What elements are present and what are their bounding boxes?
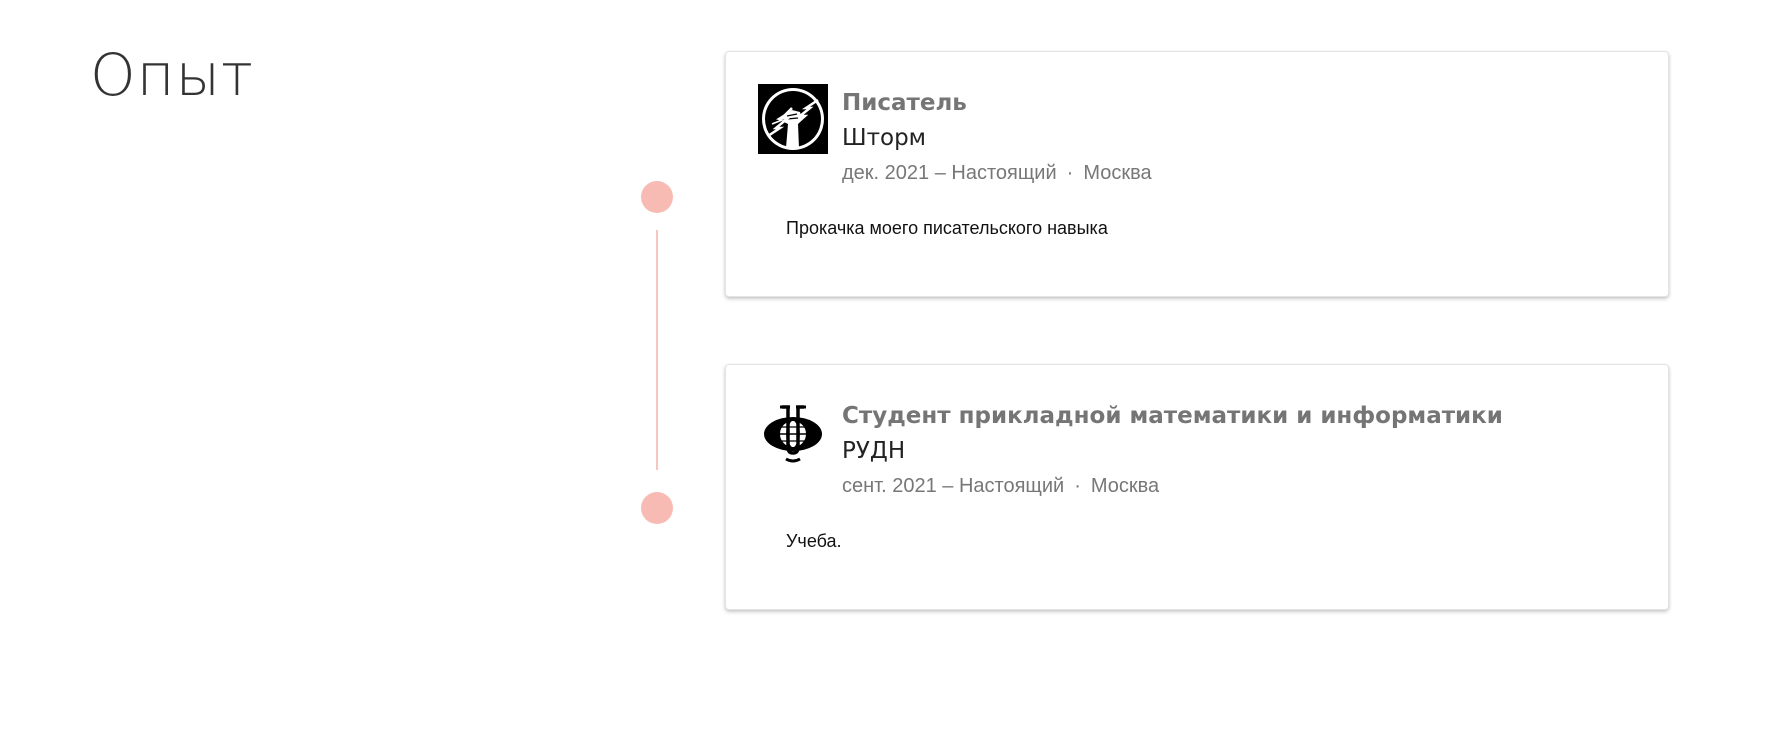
card-header: Писатель Шторм дек. 2021 – Настоящий · Мос… xyxy=(842,86,1648,190)
job-description: Прокачка моего писательского навыка xyxy=(786,218,1108,238)
meta-line: дек. 2021 – Настоящий · Москва xyxy=(842,156,1648,190)
company-name: РУДН xyxy=(842,438,906,464)
location: Москва xyxy=(1090,475,1160,497)
period: дек. 2021 – Настоящий xyxy=(842,162,1057,184)
storm-lightning-logo-icon xyxy=(758,84,828,154)
job-description: Учеба. xyxy=(786,531,842,551)
card-header: Студент прикладной математики и информат… xyxy=(842,399,1648,503)
timeline-line xyxy=(656,230,658,470)
experience-card: Студент прикладной математики и информат… xyxy=(725,364,1669,610)
period: сент. 2021 – Настоящий xyxy=(842,475,1065,497)
meta-separator: · xyxy=(1074,475,1081,497)
job-title: Студент прикладной математики и информат… xyxy=(842,403,1503,429)
location: Москва xyxy=(1083,162,1152,184)
job-title: Писатель xyxy=(842,90,967,116)
section-title: Опыт xyxy=(90,41,254,109)
company-name: Шторм xyxy=(842,125,927,151)
rudn-globe-logo-icon xyxy=(758,397,828,467)
timeline-dot xyxy=(641,181,673,213)
meta-line: сент. 2021 – Настоящий · Москва xyxy=(842,469,1648,503)
experience-card: Писатель Шторм дек. 2021 – Настоящий · Мос… xyxy=(725,51,1669,297)
timeline-dot xyxy=(641,492,673,524)
meta-separator: · xyxy=(1066,162,1074,184)
